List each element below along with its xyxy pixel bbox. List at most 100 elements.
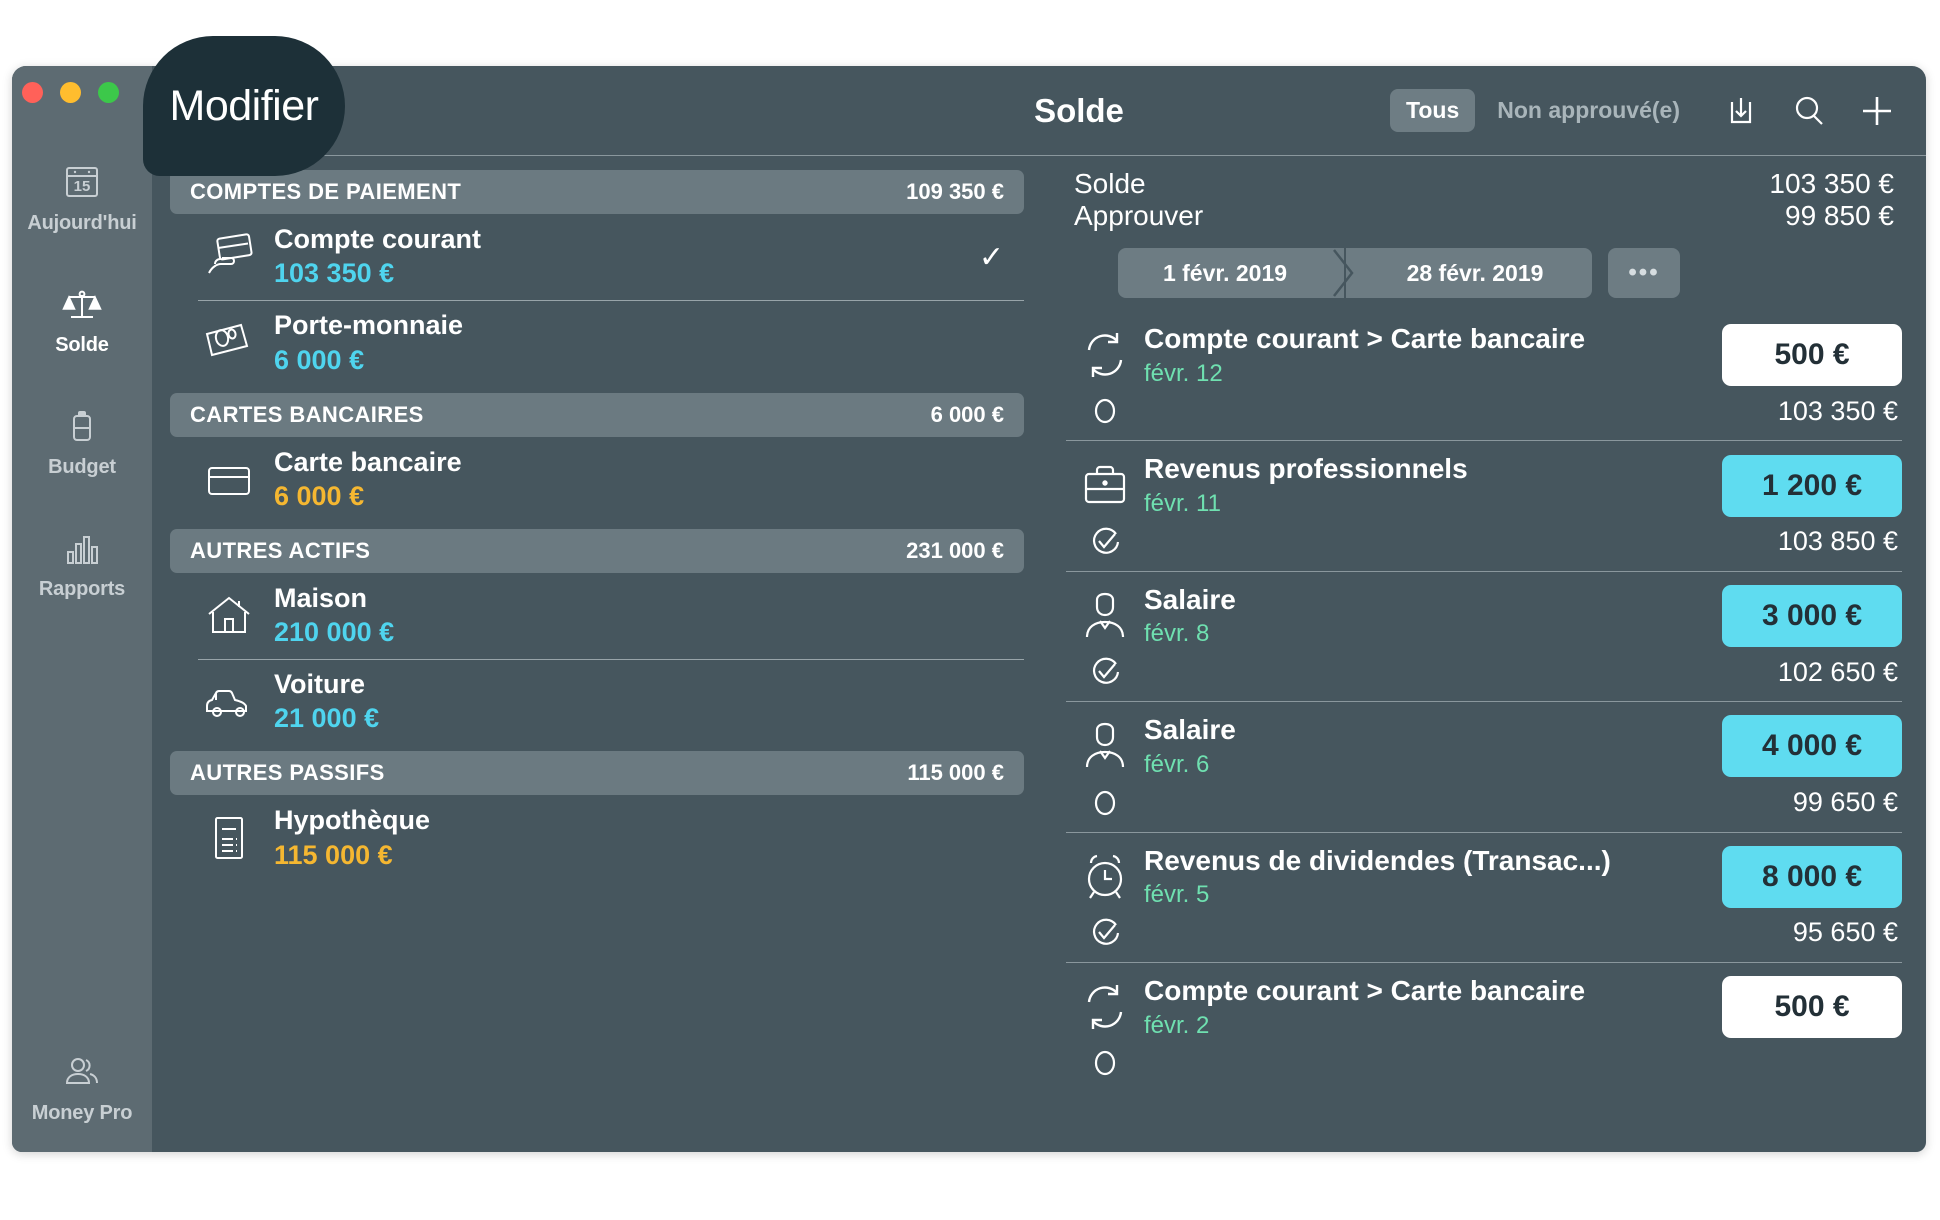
date-range-start[interactable]: 1 févr. 2019	[1118, 248, 1344, 298]
summary-value: 99 850 €	[1785, 200, 1894, 231]
account-amount: 6 000 €	[274, 344, 365, 375]
account-row-carte-bancaire[interactable]: Carte bancaire 6 000 €	[170, 437, 1024, 523]
cash-icon	[198, 318, 260, 368]
transaction-row[interactable]: Compte courant > Carte bancaire févr. 12…	[1066, 310, 1902, 440]
scales-icon	[59, 281, 105, 327]
summary-row-approuver: Approuver 99 850 €	[1074, 200, 1894, 232]
toolbar: Solde Tous Non approuvé(e)	[152, 66, 1926, 156]
window-traffic-lights	[22, 82, 119, 103]
approval-status-unapproved-icon[interactable]	[1066, 780, 1144, 820]
close-button[interactable]	[22, 82, 43, 103]
account-text: Carte bancaire 6 000 €	[274, 447, 462, 513]
transaction-amount[interactable]: 4 000 €	[1722, 715, 1902, 778]
account-amount: 21 000 €	[274, 703, 380, 734]
screen: 15 Aujourd'hui Solde Budget Rapports Mon…	[0, 0, 1940, 1220]
sidebar-item-aujourdhui[interactable]: 15 Aujourd'hui	[12, 148, 152, 244]
transaction-row[interactable]: Compte courant > Carte bancaire févr. 2 …	[1066, 961, 1902, 1092]
account-name: Compte courant	[274, 224, 482, 254]
search-icon[interactable]	[1786, 88, 1832, 134]
date-range-control: 1 févr. 2019 28 févr. 2019 •••	[1118, 248, 1902, 298]
account-amount: 115 000 €	[274, 839, 393, 870]
summary-value: 103 350 €	[1769, 168, 1894, 199]
approval-status-approved-icon[interactable]	[1066, 649, 1144, 689]
filter-tous-button[interactable]: Tous	[1390, 89, 1476, 132]
add-icon[interactable]	[1854, 88, 1900, 134]
sidebar-item-label: Budget	[48, 456, 116, 478]
toolbar-actions: Tous Non approuvé(e)	[1390, 88, 1926, 134]
transaction-body: Salaire févr. 8	[1144, 583, 1722, 649]
sidebar-item-label: Aujourd'hui	[27, 212, 137, 234]
filter-non-approuve-button[interactable]: Non approuvé(e)	[1481, 89, 1696, 132]
bar-chart-icon	[59, 525, 105, 571]
sidebar-item-rapports[interactable]: Rapports	[12, 514, 152, 610]
briefcase-icon	[1066, 460, 1144, 512]
account-row-hypotheque[interactable]: Hypothèque 115 000 €	[170, 795, 1024, 881]
transaction-row[interactable]: Salaire févr. 8 3 000 € 102 650 €	[1066, 570, 1902, 701]
account-amount: 210 000 €	[274, 617, 395, 648]
group-name: AUTRES PASSIFS	[190, 760, 385, 786]
group-name: CARTES BANCAIRES	[190, 401, 424, 427]
transaction-running-balance: 95 650 €	[1792, 917, 1898, 948]
transaction-body: Revenus professionnels févr. 11	[1144, 452, 1722, 518]
account-row-porte-monnaie[interactable]: Porte-monnaie 6 000 €	[170, 300, 1024, 386]
transaction-date: févr. 2	[1144, 1011, 1210, 1039]
sidebar-item-money-pro[interactable]: Money Pro	[12, 1038, 152, 1134]
transfer-icon	[1066, 328, 1144, 382]
transaction-amount[interactable]: 1 200 €	[1722, 454, 1902, 517]
account-text: Maison 210 000 €	[274, 583, 394, 649]
account-name: Maison	[274, 582, 368, 613]
transaction-running-balance	[1722, 1057, 1902, 1063]
transaction-amount[interactable]: 3 000 €	[1722, 584, 1902, 647]
transaction-running-balance: 99 650 €	[1792, 787, 1898, 818]
group-name: AUTRES ACTIFS	[190, 537, 371, 563]
transaction-amount[interactable]: 500 €	[1722, 324, 1902, 387]
minimize-button[interactable]	[60, 82, 81, 103]
transaction-body: Salaire févr. 6	[1144, 713, 1722, 779]
account-group-header[interactable]: AUTRES PASSIFS 115 000 €	[170, 751, 1024, 796]
sidebar: 15 Aujourd'hui Solde Budget Rapports Mon…	[12, 66, 152, 1152]
summary-row-solde: Solde 103 350 €	[1074, 168, 1894, 200]
maximize-button[interactable]	[98, 82, 119, 103]
transaction-list: Compte courant > Carte bancaire févr. 12…	[1066, 310, 1902, 1152]
account-text: Compte courant 103 350 €	[274, 224, 481, 290]
date-range-segments: 1 févr. 2019 28 févr. 2019	[1118, 248, 1592, 298]
import-icon[interactable]	[1718, 88, 1764, 134]
car-icon	[198, 682, 260, 722]
transaction-row[interactable]: Revenus de dividendes (Transac...) févr.…	[1066, 831, 1902, 962]
sidebar-item-label: Money Pro	[31, 1102, 133, 1124]
account-row-compte-courant[interactable]: Compte courant 103 350 € ✓	[170, 214, 1024, 300]
sidebar-item-budget[interactable]: Budget	[12, 392, 152, 488]
transaction-title: Revenus de dividendes (Transac...)	[1144, 844, 1611, 876]
group-total: 6 000 €	[930, 401, 1004, 427]
approval-status-unapproved-icon[interactable]	[1066, 1040, 1144, 1080]
account-group-header[interactable]: COMPTES DE PAIEMENT 109 350 €	[170, 170, 1024, 214]
transaction-amount[interactable]: 8 000 €	[1722, 845, 1902, 908]
account-amount: 6 000 €	[274, 480, 365, 511]
account-row-voiture[interactable]: Voiture 21 000 €	[170, 659, 1024, 745]
battery-icon	[59, 403, 105, 449]
modifier-tooltip-overlay[interactable]: Modifier	[143, 36, 345, 176]
account-selected-checkmark: ✓	[978, 240, 1004, 274]
summary-label: Solde	[1074, 168, 1146, 199]
accounts-list: COMPTES DE PAIEMENT 109 350 € Compte cou…	[152, 156, 1042, 1152]
transaction-row[interactable]: Revenus professionnels févr. 11 1 200 €	[1066, 440, 1902, 570]
account-group-header[interactable]: CARTES BANCAIRES 6 000 €	[170, 392, 1024, 437]
transaction-title: Compte courant > Carte bancaire	[1144, 323, 1586, 354]
account-name: Hypothèque	[274, 805, 431, 836]
date-range-more-button[interactable]: •••	[1608, 248, 1680, 298]
account-row-maison[interactable]: Maison 210 000 €	[170, 573, 1024, 659]
approval-status-unapproved-icon[interactable]	[1066, 388, 1144, 428]
transaction-date: févr. 6	[1144, 750, 1210, 778]
approval-status-approved-icon[interactable]	[1066, 910, 1144, 950]
transaction-row[interactable]: Salaire févr. 6 4 000 € 99 650 €	[1066, 701, 1902, 831]
credit-card-icon	[198, 458, 260, 502]
hand-card-icon	[198, 231, 260, 283]
sidebar-item-solde[interactable]: Solde	[12, 270, 152, 366]
transaction-running-balance: 103 850 €	[1777, 526, 1898, 557]
approval-status-approved-icon[interactable]	[1066, 519, 1144, 559]
transaction-title: Salaire	[1144, 714, 1236, 746]
account-group-header[interactable]: AUTRES ACTIFS 231 000 €	[170, 528, 1024, 573]
transaction-amount[interactable]: 500 €	[1722, 976, 1902, 1039]
group-total: 115 000 €	[907, 760, 1004, 786]
date-range-end[interactable]: 28 févr. 2019	[1346, 248, 1592, 298]
